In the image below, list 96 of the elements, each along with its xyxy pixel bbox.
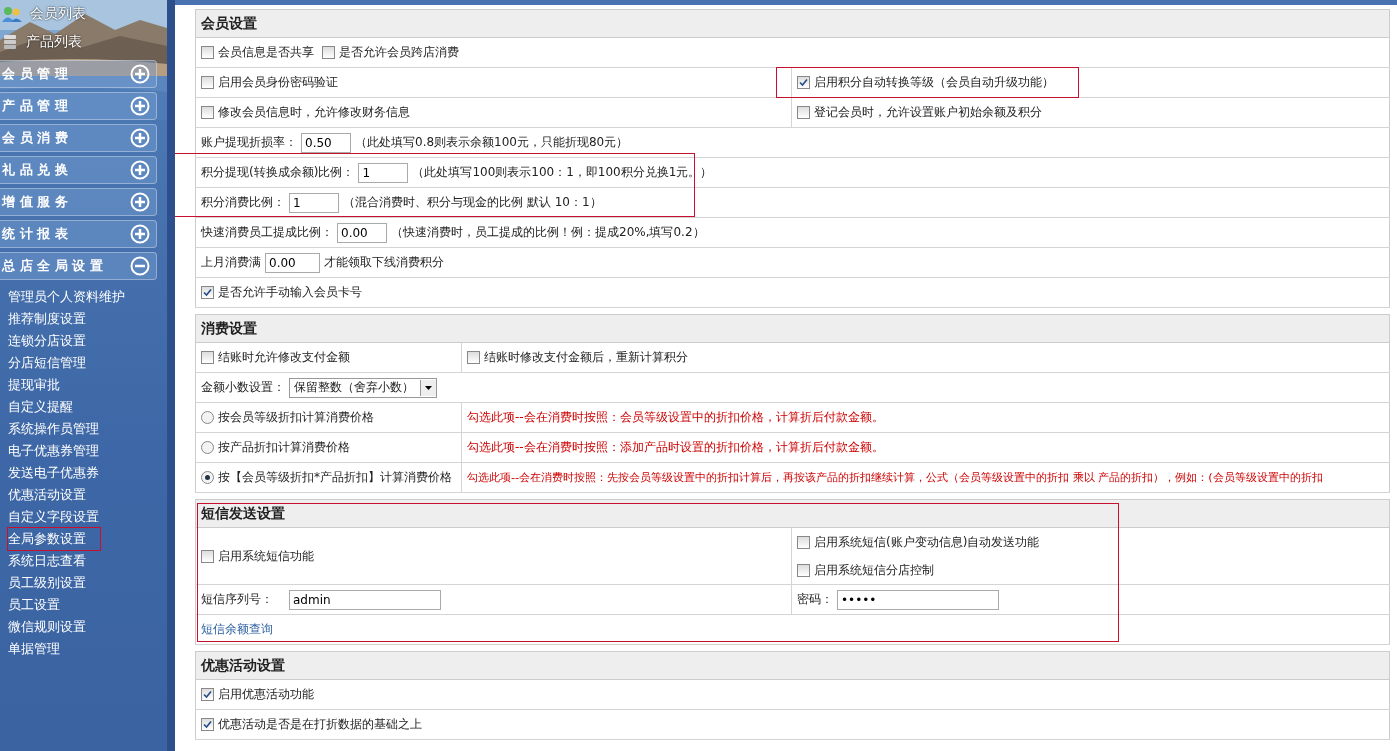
menu-item[interactable]: 提现审批 [8,374,60,396]
field-label: 积分提现(转换成余额)比例： [201,164,355,181]
menu-item[interactable]: 自定义提醒 [8,396,73,418]
option-hint: 勾选此项--会在消费时按照：先按会员等级设置中的折扣计算后，再按该产品的折扣继续计算，公式（会员等级设置中的折扣 乘以 产品的折扣），例如：(会员等级设置中的折扣 [467,471,1323,484]
radio-button[interactable] [201,441,214,454]
checkbox-label: 启用优惠活动功能 [218,686,314,703]
menu-group-header[interactable]: 统 计 报 表 [0,220,157,248]
checkbox-label: 修改会员信息时，允许修改财务信息 [218,104,410,121]
menu-item[interactable]: 员工设置 [8,594,60,616]
menu-item[interactable]: 优惠活动设置 [8,484,86,506]
section-title: 消费设置 [195,314,1390,343]
menu-item[interactable]: 自定义字段设置 [8,506,99,528]
field-hint: （混合消费时、积分与现金的比例 默认 10：1） [343,194,602,211]
checkbox[interactable] [201,351,214,364]
collapse-icon [130,256,150,276]
field-hint: 才能领取下线消费积分 [324,254,444,271]
caret-icon[interactable] [420,379,436,396]
expand-icon [130,64,150,84]
menu-item[interactable]: 发送电子优惠券 [8,462,99,484]
checkbox[interactable] [322,46,335,59]
checkbox-label: 启用系统短信分店控制 [814,561,934,579]
input-field[interactable]: 1 [289,192,339,213]
menu-group-header[interactable]: 增 值 服 务 [0,188,157,216]
menu-item[interactable]: 系统操作员管理 [8,418,99,440]
field-hint: （此处填写100则表示100：1，即100积分兑换1元。） [412,164,713,181]
field-label: 金额小数设置： [201,379,285,396]
checkbox[interactable] [797,106,810,119]
option-hint: 勾选此项--会在消费时按照：添加产品时设置的折扣价格，计算折后付款金额。 [467,440,884,454]
menu-group-header[interactable]: 总 店 全 局 设 置 [0,252,157,280]
menu-item[interactable]: 微信规则设置 [8,616,86,638]
checkbox-label: 启用积分自动转换等级（会员自动升级功能） [814,74,1054,91]
radio-button[interactable] [201,411,214,424]
input-field[interactable]: 0.00 [265,252,320,273]
checkbox[interactable] [797,535,810,549]
field-label: 密码： [797,591,833,608]
checkbox-label: 会员信息是否共享 [218,44,314,61]
menu-group-header[interactable]: 会 员 消 费 [0,124,157,152]
checkbox[interactable] [797,563,810,577]
checkbox[interactable] [201,106,214,119]
menu-item[interactable]: 系统日志查看 [8,550,86,572]
radio-label: 按【会员等级折扣*产品折扣】计算消费价格 [218,469,452,486]
checkbox-label: 启用会员身份密码验证 [218,74,338,91]
menu-item[interactable]: 连锁分店设置 [8,330,86,352]
section-title: 短信发送设置 [195,499,1390,528]
menu-item[interactable]: 单据管理 [8,638,60,660]
menu-item[interactable]: 分店短信管理 [8,352,86,374]
menu-item[interactable]: 员工级别设置 [8,572,86,594]
section-title: 优惠活动设置 [195,651,1390,680]
checkbox-label: 是否允许手动输入会员卡号 [218,284,362,301]
dropdown[interactable]: 保留整数（舍弃小数） [289,377,437,398]
input-field[interactable]: 0.50 [301,132,351,153]
database-icon [2,34,18,50]
field-label: 短信序列号： [201,591,273,608]
people-icon [2,6,22,22]
field-label: 快速消费员工提成比例： [201,224,333,241]
checkbox-label: 启用系统短信功能 [218,547,314,565]
expand-icon [130,224,150,244]
checkbox[interactable] [201,46,214,59]
option-hint: 勾选此项--会在消费时按照：会员等级设置中的折扣价格，计算折后付款金额。 [467,410,884,424]
radio-label: 按会员等级折扣计算消费价格 [218,409,374,426]
checkbox[interactable] [467,351,480,364]
checkbox[interactable] [201,549,214,563]
expand-icon [130,192,150,212]
expand-icon [130,160,150,180]
checkbox-label: 结账时修改支付金额后，重新计算积分 [484,349,688,366]
checkbox-label: 优惠活动是否是在打折数据的基础之上 [218,716,422,733]
menu-item[interactable]: 管理员个人资料维护 [8,286,125,308]
checkbox[interactable] [201,688,214,701]
field-label: 账户提现折损率： [201,134,297,151]
field-label: 积分消费比例： [201,194,285,211]
menu-item[interactable]: 电子优惠券管理 [8,440,99,462]
field-hint: （快速消费时，员工提成的比例！例：提成20%,填写0.2） [391,224,705,241]
input-field[interactable]: 0.00 [337,222,387,243]
checkbox[interactable] [201,286,214,299]
radio-button[interactable] [201,471,214,484]
menu-group-header[interactable]: 礼 品 兑 换 [0,156,157,184]
checkbox[interactable] [201,76,214,89]
expand-icon [130,96,150,116]
checkbox[interactable] [797,76,810,89]
menu-item[interactable]: 推荐制度设置 [8,308,86,330]
menu-group-header[interactable]: 产 品 管 理 [0,92,157,120]
field-label: 上月消费满 [201,254,261,271]
checkbox-label: 是否允许会员跨店消费 [339,44,459,61]
menu-item[interactable]: 全局参数设置 [8,528,100,550]
checkbox-label: 启用系统短信(账户变动信息)自动发送功能 [814,533,1040,551]
field-hint: （此处填写0.8则表示余额100元，只能折现80元） [355,134,629,151]
expand-icon [130,128,150,148]
radio-label: 按产品折扣计算消费价格 [218,439,350,456]
balance-link[interactable]: 短信余额查询 [201,622,273,636]
checkbox[interactable] [201,718,214,731]
checkbox-label: 登记会员时，允许设置账户初始余额及积分 [814,104,1042,121]
input-field[interactable]: admin [289,589,441,610]
section-title: 会员设置 [195,9,1390,38]
checkbox-label: 结账时允许修改支付金额 [218,349,350,366]
input-field[interactable]: 1 [358,162,409,183]
input-field[interactable]: ••••• [837,589,999,610]
